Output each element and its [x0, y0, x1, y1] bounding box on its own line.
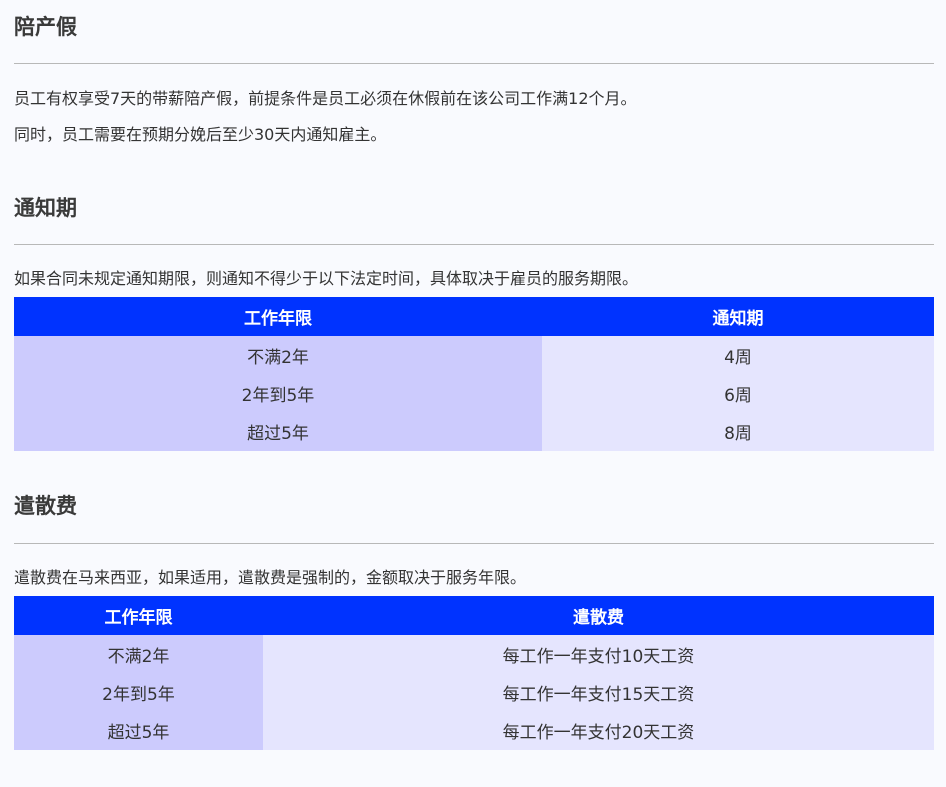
severance-heading: 遣散费 [14, 494, 77, 518]
notice-header-period: 通知期 [542, 297, 934, 336]
notice-intro: 如果合同未规定通知期限，则通知不得少于以下法定时间，具体取决于雇员的服务期限。 [14, 269, 639, 288]
table-row: 不满2年 每工作一年支付10天工资 [14, 635, 934, 674]
severance-years-cell: 不满2年 [14, 635, 263, 674]
paternity-heading: 陪产假 [14, 15, 77, 39]
notice-years-cell: 2年到5年 [14, 374, 542, 413]
severance-section: 遣散费 遣散费在马来西亚，如果适用，遣散费是强制的，金额取决于服务年限。 工作年… [14, 491, 934, 750]
paternity-line-1: 员工有权享受7天的带薪陪产假，前提条件是员工必须在休假前在该公司工作满12个月。 [14, 89, 637, 108]
notice-period-cell: 4周 [542, 336, 934, 375]
notice-section: 通知期 如果合同未规定通知期限，则通知不得少于以下法定时间，具体取决于雇员的服务… [14, 193, 934, 451]
severance-table-header-row: 工作年限 遣散费 [14, 596, 934, 635]
notice-table: 工作年限 通知期 不满2年 4周 2年到5年 6周 超过5年 8周 [14, 297, 934, 451]
notice-period-cell: 6周 [542, 374, 934, 413]
table-row: 2年到5年 每工作一年支付15天工资 [14, 673, 934, 712]
notice-divider [14, 244, 934, 245]
table-row: 不满2年 4周 [14, 336, 934, 375]
severance-header-years: 工作年限 [14, 596, 263, 635]
notice-heading: 通知期 [14, 196, 77, 220]
table-row: 超过5年 每工作一年支付20天工资 [14, 711, 934, 750]
table-row: 2年到5年 6周 [14, 374, 934, 413]
severance-intro: 遣散费在马来西亚，如果适用，遣散费是强制的，金额取决于服务年限。 [14, 568, 527, 587]
severance-pay-cell: 每工作一年支付20天工资 [263, 711, 934, 750]
notice-years-cell: 不满2年 [14, 336, 542, 375]
table-row: 超过5年 8周 [14, 412, 934, 451]
notice-period-cell: 8周 [542, 412, 934, 451]
severance-divider [14, 543, 934, 544]
paternity-section: 陪产假 员工有权享受7天的带薪陪产假，前提条件是员工必须在休假前在该公司工作满1… [14, 12, 934, 153]
notice-years-cell: 超过5年 [14, 412, 542, 451]
paternity-line-2: 同时，员工需要在预期分娩后至少30天内通知雇主。 [14, 125, 387, 144]
paternity-divider [14, 63, 934, 64]
severance-pay-cell: 每工作一年支付15天工资 [263, 673, 934, 712]
severance-years-cell: 超过5年 [14, 711, 263, 750]
severance-pay-cell: 每工作一年支付10天工资 [263, 635, 934, 674]
notice-table-header-row: 工作年限 通知期 [14, 297, 934, 336]
severance-years-cell: 2年到5年 [14, 673, 263, 712]
severance-table: 工作年限 遣散费 不满2年 每工作一年支付10天工资 2年到5年 每工作一年支付… [14, 596, 934, 750]
severance-header-pay: 遣散费 [263, 596, 934, 635]
notice-header-years: 工作年限 [14, 297, 542, 336]
